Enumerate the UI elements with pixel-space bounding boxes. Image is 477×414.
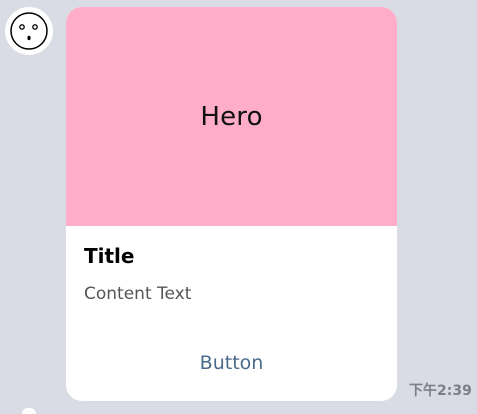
sender-avatar[interactable]: [5, 7, 53, 55]
hero-text: Hero: [200, 101, 263, 132]
flex-message-card: Hero Title Content Text Button: [66, 7, 397, 401]
card-title: Title: [84, 244, 135, 268]
hero-block: Hero: [66, 7, 397, 226]
message-timestamp: 下午2:39: [409, 383, 472, 399]
card-content-text: Content Text: [84, 284, 192, 304]
next-avatar-edge: [22, 408, 36, 414]
face-icon: [10, 12, 48, 50]
card-action-button[interactable]: Button: [66, 345, 397, 381]
